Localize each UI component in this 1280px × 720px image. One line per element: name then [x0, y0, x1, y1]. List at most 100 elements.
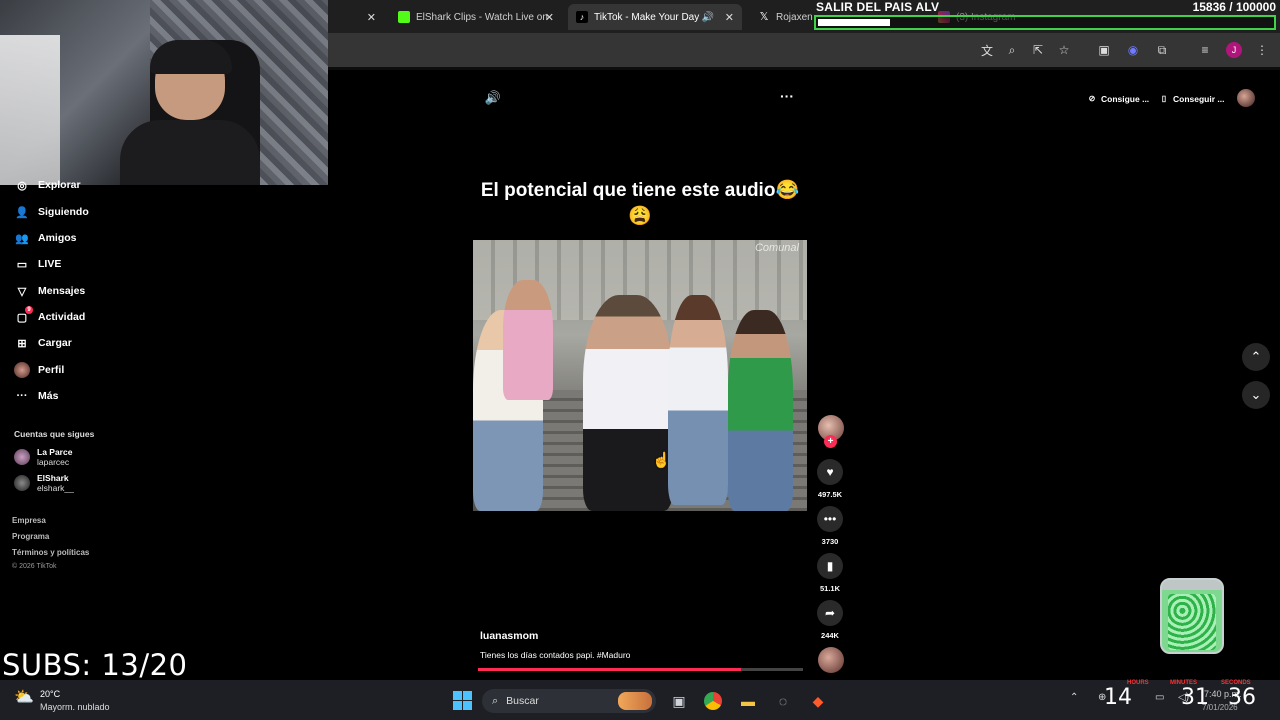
sidebar-item-explore[interactable]: ◎ Explorar — [14, 177, 80, 193]
tab-title: TikTok - Make Your Day — [594, 11, 700, 23]
file-explorer-icon[interactable]: ▬ — [737, 690, 759, 712]
browser-tab-x[interactable]: 𝕏 Rojaxen — [750, 4, 814, 30]
extension-icon[interactable]: ◉ — [1125, 42, 1141, 58]
avatar — [14, 449, 30, 465]
sidebar-item-live[interactable]: ▭ LIVE — [14, 254, 62, 274]
live-icon: ▭ — [16, 258, 28, 271]
save-button[interactable]: ▮ 51.1K — [816, 553, 844, 593]
previous-video-button[interactable]: ⌃ — [1242, 343, 1270, 371]
bookmark-icon: ▮ — [817, 553, 843, 579]
share-button[interactable]: ➦ 244K — [816, 600, 844, 640]
video-author[interactable]: luanasmom — [480, 630, 538, 642]
user-avatar[interactable] — [1237, 89, 1255, 107]
sidebar-item-upload[interactable]: ⊞ Cargar — [14, 333, 71, 353]
puzzle-icon[interactable]: ⧉ — [1154, 42, 1170, 58]
task-view-icon[interactable]: ▣ — [668, 690, 690, 712]
account-name: La Parce — [37, 447, 73, 457]
weather-temperature[interactable]: 20°C — [40, 689, 60, 699]
get-app-button[interactable]: ▯ Conseguir ... — [1159, 91, 1225, 106]
activity-icon: ▢ 9 — [14, 306, 33, 325]
webcam-overlay — [0, 0, 328, 185]
tray-chevron-up-icon[interactable]: ⌃ — [1070, 692, 1078, 703]
messages-icon: ▽ — [17, 285, 27, 298]
sidebar-item-profile[interactable]: Perfil — [14, 360, 64, 380]
tip-jar-contents — [1168, 594, 1216, 650]
sidebar-item-friends[interactable]: 👥 Amigos — [14, 228, 76, 248]
video-person — [583, 295, 673, 511]
get-coins-label: Consigue ... — [1101, 93, 1150, 104]
video-player[interactable]: Comunal — [473, 240, 807, 511]
share-page-icon[interactable]: ⇱ — [1030, 42, 1046, 58]
like-count: 497.5K — [817, 490, 843, 499]
more-dots-icon: ··· — [780, 88, 794, 104]
notification-badge: 9 — [25, 306, 33, 314]
sidebar-item-activity[interactable]: ▢ 9 Actividad — [14, 306, 86, 327]
extension-icon[interactable]: ▣ — [1096, 42, 1112, 58]
avatar — [14, 475, 30, 491]
translate-icon[interactable]: 文 — [979, 42, 995, 58]
video-progress-fill — [478, 668, 742, 671]
following-account[interactable]: La Parce laparcec — [14, 447, 72, 467]
bookmark-star-icon[interactable]: ☆ — [1056, 42, 1072, 58]
menu-dots-icon[interactable]: ⋮ — [1254, 42, 1270, 58]
heart-icon: ♥ — [817, 459, 843, 485]
sound-disc-avatar[interactable] — [818, 647, 844, 673]
sidebar-item-label: Más — [38, 390, 59, 402]
brave-icon[interactable]: ◆ — [807, 690, 829, 712]
volume-button[interactable]: 🔊 — [484, 89, 502, 107]
like-button[interactable]: ♥ 497.5K — [816, 459, 844, 499]
video-description: Tienes los días contados papi. #Maduro — [480, 650, 631, 660]
clock-time[interactable]: 7:40 p.m. — [1204, 689, 1242, 699]
get-coins-button[interactable]: ⊘ Consigue ... — [1087, 91, 1150, 106]
weather-description[interactable]: Mayorm. nublado — [40, 702, 110, 712]
close-tab-icon[interactable]: ✕ — [545, 11, 554, 24]
share-count: 244K — [821, 631, 839, 640]
weather-cloud-icon[interactable]: ⛅ — [14, 687, 36, 709]
windows-start-icon[interactable] — [453, 691, 472, 710]
video-person — [728, 310, 793, 511]
profile-avatar[interactable]: J — [1226, 42, 1242, 58]
webcam-cap — [150, 40, 232, 74]
save-count: 51.1K — [819, 584, 840, 593]
webcam-light — [0, 35, 60, 185]
share-arrow-icon: ➦ — [817, 600, 843, 626]
taskbar-search[interactable]: ⌕ Buscar — [482, 689, 656, 713]
kick-icon — [398, 11, 410, 23]
next-video-button[interactable]: ⌄ — [1242, 381, 1270, 409]
footer-link[interactable]: Empresa — [12, 516, 46, 525]
more-options-button[interactable]: ··· — [776, 88, 798, 106]
browser-tab-tiktok[interactable]: ♪ TikTok - Make Your Day 🔊 ✕ — [568, 4, 742, 30]
media-control-icon[interactable]: ≡ — [1197, 42, 1213, 58]
following-heading: Cuentas que sigues — [14, 429, 95, 439]
speaker-icon[interactable]: 🔊 — [702, 12, 714, 23]
close-tab-icon[interactable]: ✕ — [725, 11, 734, 24]
sidebar-item-more[interactable]: ··· Más — [14, 386, 59, 406]
footer-link[interactable]: Términos y políticas — [12, 548, 89, 557]
mouse-cursor-icon: ☝ — [652, 452, 671, 469]
copyright: © 2026 TikTok — [12, 563, 57, 570]
sidebar-item-label: Actividad — [38, 311, 86, 323]
comment-button[interactable]: ••• 3730 — [816, 506, 844, 546]
network-icon[interactable]: ▭ — [1155, 692, 1164, 703]
footer-link[interactable]: Programa — [12, 532, 49, 541]
clock-date[interactable]: 7/01/2026 — [1202, 703, 1238, 712]
goal-progress-bar — [814, 15, 1276, 30]
chrome-icon[interactable] — [702, 690, 724, 712]
get-app-label: Conseguir ... — [1173, 93, 1225, 104]
sidebar-item-label: Mensajes — [38, 285, 86, 297]
tiktok-icon: ♪ — [576, 11, 588, 23]
sidebar-item-messages[interactable]: ▽ Mensajes — [14, 281, 86, 301]
tab-title: Rojaxen — [776, 11, 813, 23]
search-icon: ⌕ — [492, 694, 499, 707]
following-account[interactable]: ElShark elshark__ — [14, 473, 74, 493]
follow-plus-icon[interactable]: + — [824, 435, 837, 448]
subs-counter: SUBS: 13/20 — [2, 648, 188, 682]
zoom-icon[interactable]: ⌕ — [1004, 42, 1020, 58]
webcam-person — [120, 120, 260, 185]
browser-tab[interactable]: ✕ — [340, 4, 384, 30]
app-icon[interactable]: ◌ — [772, 690, 794, 712]
sidebar-item-following[interactable]: 👤 Siguiendo — [14, 202, 89, 222]
video-progress-bar[interactable] — [478, 668, 803, 671]
browser-tab-elshark[interactable]: ElShark Clips - Watch Live on ✕ — [390, 4, 562, 30]
close-tab-icon[interactable]: ✕ — [367, 11, 376, 24]
